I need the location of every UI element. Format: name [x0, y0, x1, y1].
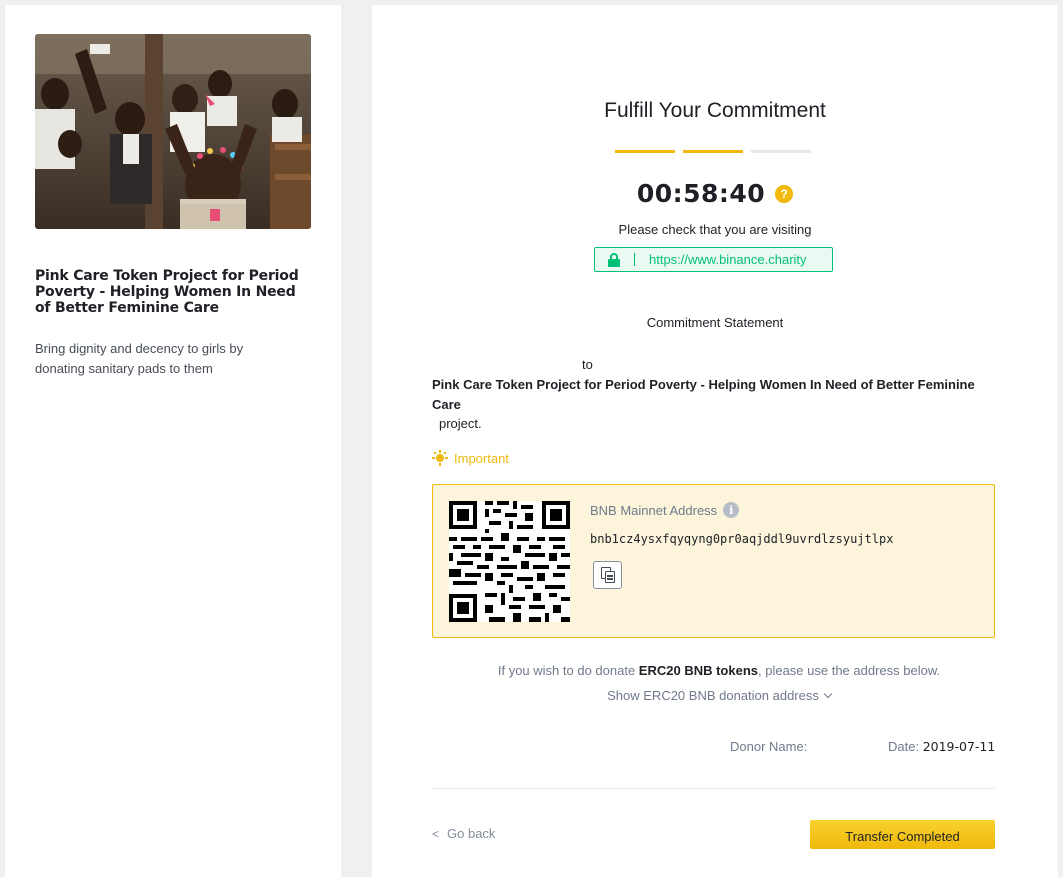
progress-steps: [615, 150, 811, 153]
qr-code-image: [449, 501, 570, 622]
commitment-heading: Commitment Statement: [646, 315, 784, 330]
page-title: Fulfill Your Commitment: [604, 99, 826, 122]
donation-date: Date: 2019-07-11: [888, 739, 995, 754]
url-check-text: Please check that you are visiting: [618, 222, 812, 237]
date-value: 2019-07-11: [922, 739, 996, 754]
commitment-panel: Fulfill Your Commitment 00:58:40 ? Pleas…: [372, 5, 1058, 877]
erc20-note: If you wish to do donate ERC20 BNB token…: [372, 663, 1058, 678]
important-notice: Important: [432, 450, 509, 466]
commitment-suffix: project.: [439, 416, 482, 431]
step-indicator-3: [751, 150, 811, 153]
copy-address-button[interactable]: [593, 561, 622, 589]
chevron-left-icon: <: [432, 826, 440, 841]
address-label: BNB Mainnet Address: [590, 502, 718, 518]
classroom-photo-image: [35, 34, 311, 229]
show-erc20-address-link[interactable]: Show ERC20 BNB donation address: [372, 688, 1058, 703]
commitment-to: to: [582, 357, 593, 372]
go-back-link[interactable]: < Go back: [432, 826, 495, 841]
address-label-row: BNB Mainnet Address i: [590, 502, 740, 518]
donor-name: Donor Name:: [730, 739, 808, 754]
go-back-label: Go back: [447, 826, 496, 841]
project-card: Pink Care Token Project for Period Pover…: [5, 5, 341, 877]
erc20-note-prefix: If you wish to do donate: [497, 663, 639, 678]
erc20-note-suffix: , please use the address below.: [758, 663, 941, 678]
countdown-timer: 00:58:40: [636, 179, 766, 208]
footer-divider: [432, 788, 995, 789]
date-label: Date:: [888, 739, 923, 754]
url-text: https://www.binance.charity: [649, 252, 807, 267]
project-title: Pink Care Token Project for Period Pover…: [35, 268, 299, 316]
project-photo: [35, 34, 311, 229]
lightbulb-icon: [432, 450, 448, 466]
address-panel: BNB Mainnet Address i bnb1cz4ysxfqyqyng0…: [432, 484, 995, 638]
chevron-down-icon: [823, 689, 833, 699]
lock-icon: [608, 252, 620, 267]
step-indicator-2: [683, 150, 743, 153]
qr-code: [449, 501, 570, 622]
transfer-completed-button[interactable]: Transfer Completed: [810, 820, 995, 849]
erc20-note-bold: ERC20 BNB tokens: [638, 663, 758, 678]
project-description: Bring dignity and decency to girls by do…: [35, 341, 244, 376]
commitment-project-name: Pink Care Token Project for Period Pover…: [432, 377, 975, 412]
help-icon[interactable]: ?: [775, 184, 794, 203]
step-indicator-1: [615, 150, 675, 153]
info-icon[interactable]: i: [723, 502, 740, 518]
erc20-toggle-label: Show ERC20 BNB donation address: [607, 688, 819, 703]
url-divider: [634, 253, 635, 266]
copy-icon: [600, 567, 615, 583]
important-label: Important: [454, 450, 509, 466]
url-badge: https://www.binance.charity: [594, 247, 833, 272]
countdown-row: 00:58:40 ?: [372, 179, 1058, 208]
address-value: bnb1cz4ysxfqyqyng0pr0aqjddl9uvrdlzsyujtl…: [590, 532, 894, 546]
